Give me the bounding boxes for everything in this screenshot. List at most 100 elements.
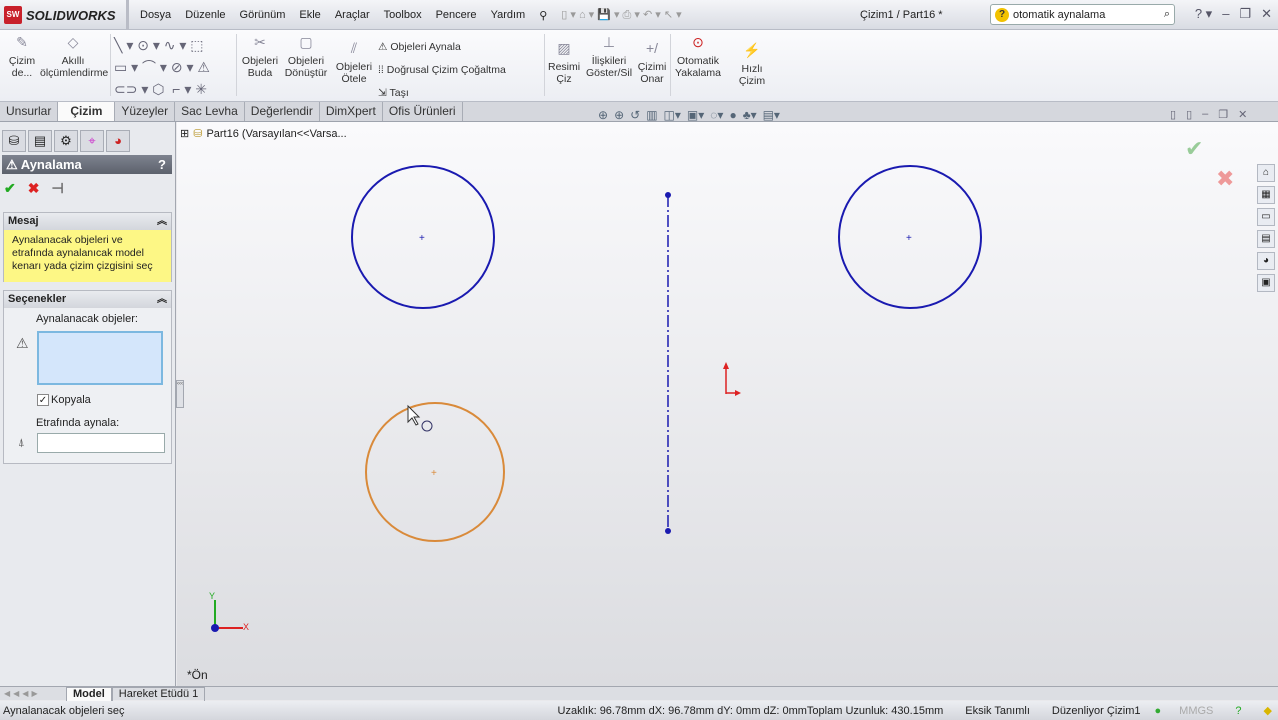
pin-icon[interactable]: ⚲ [532,9,554,22]
cancel-corner-icon[interactable]: ✖ [1216,166,1234,191]
mirror-icon: ⚠ [6,157,18,172]
svg-text:+: + [906,233,912,244]
tab-degerlendir[interactable]: Değerlendir [245,102,320,121]
menu-gorunum[interactable]: Görünüm [233,9,293,21]
scene-icon[interactable]: ♣▾ [743,108,757,122]
offset-button[interactable]: ⫽ Objeleri Ötele [334,41,374,85]
doc-minimize-icon[interactable]: – [1202,108,1208,121]
smart-dimension-button[interactable]: ◇ Akıllı ölçümlendirme [40,35,108,79]
trim-button[interactable]: ✂ Objeleri Buda [240,35,280,79]
restore-icon[interactable]: ❐ [1239,6,1251,22]
menu-dosya[interactable]: Dosya [133,9,178,21]
tab-ofis-urunleri[interactable]: Ofis Ürünleri [383,102,463,121]
mirror-about-input[interactable] [37,433,165,453]
collapse-icon[interactable]: ︽ [157,291,167,308]
folder-icon[interactable]: ▭ [1257,208,1275,226]
menu-araclar[interactable]: Araçlar [328,9,377,21]
pushpin-button[interactable]: ⊣ [51,180,63,197]
menu-yardim[interactable]: Yardım [484,9,533,21]
display-style-icon[interactable]: ▣▾ [687,108,704,122]
collapse-icon[interactable]: ︽ [157,213,167,230]
sketch-button[interactable]: ✎ Çizim de... [6,35,38,79]
repair-sketch-button[interactable]: +/Çizimi Onar [636,40,668,85]
svg-text:+: + [419,233,425,244]
menu-ekle[interactable]: Ekle [292,9,327,21]
close-icon[interactable]: ✕ [1261,6,1272,22]
tab-scroll-arrows[interactable]: ◀◀◀▶ [0,689,66,698]
appearances-icon[interactable]: ◕ [1257,252,1275,270]
sketch-tools-grid[interactable]: ╲ ▾ ⊙ ▾ ∿ ▾ ⬚ ▭ ▾ ⌒ ▾ ⊘ ▾ ⚠ ⊂⊃ ▾ ⬡ ⌐ ▾ ✳ [114,34,234,100]
checkbox-icon[interactable]: ✓ [37,394,49,406]
tab-unsurlar[interactable]: Unsurlar [0,102,59,121]
doc-restore-icon[interactable]: ❐ [1218,108,1228,121]
search-input[interactable]: ? otomatik aynalama ⌕ [990,4,1175,25]
display-manager-tab[interactable]: ◕ [106,130,130,152]
tile-right-icon[interactable]: ▯ [1186,108,1192,121]
view-settings-icon[interactable]: ▤▾ [763,108,780,122]
mirror-entities-button[interactable]: ⚠ Objeleri Aynala [378,36,506,59]
panel-splitter[interactable]: ‹‹‹ [176,380,184,408]
tab-yuzeyler[interactable]: Yüzeyler [115,102,176,121]
previous-view-icon[interactable]: ↺ [630,108,640,122]
property-manager-tab[interactable]: ▤ [28,130,52,152]
message-text: Aynalanacak objeleri ve etrafında aynala… [4,230,171,282]
doc-close-icon[interactable]: ✕ [1238,108,1247,121]
ok-button[interactable]: ✔ [4,180,16,197]
rapid-sketch-button[interactable]: ⚡ Hızlı Çizim [728,43,776,87]
zoom-fit-icon[interactable]: ⊕ [598,108,608,122]
cancel-button[interactable]: ✖ [28,180,40,197]
home-icon[interactable]: ⌂ [1257,164,1275,182]
tab-model[interactable]: Model [66,686,112,701]
linear-pattern-button[interactable]: ⁞⁞ Doğrusal Çizim Çoğaltma [378,59,506,82]
appearance-icon[interactable]: ● [729,108,736,122]
search-icon[interactable]: ⌕ [1164,8,1174,21]
svg-text:✔: ✔ [1185,136,1203,161]
origin-icon [723,362,741,396]
centerline[interactable] [665,192,671,534]
options-header[interactable]: Seçenekler ︽ [4,291,171,308]
menu-toolbox[interactable]: Toolbox [377,9,429,21]
entities-to-mirror-list[interactable] [37,331,163,385]
units-selector[interactable]: MMGS [1179,705,1213,717]
tab-dimxpert[interactable]: DimXpert [320,102,383,121]
repair-icon: +/ [645,40,659,56]
tab-cizim[interactable]: Çizim [58,102,116,121]
expand-icon[interactable]: ⊞ [180,127,189,140]
convert-button[interactable]: ▢ Objeleri Dönüştür [282,34,330,79]
sketch-circle-top-right[interactable]: + [838,165,982,309]
graphics-area[interactable]: + + + ✔ ✖ Y X *Ön [177,122,1278,686]
sketch-circle-selected[interactable]: + [365,402,505,542]
minimize-icon[interactable]: – [1222,6,1229,22]
status-tag-icon[interactable]: ◆ [1264,704,1272,717]
configuration-manager-tab[interactable]: ⚙ [54,130,78,152]
mirror-group: ⚠ Objeleri Aynala ⁞⁞ Doğrusal Çizim Çoğa… [378,36,506,105]
view-orientation-icon[interactable]: ◫▾ [664,108,681,122]
help-icon[interactable]: ? ▾ [1195,6,1212,22]
zoom-area-icon[interactable]: ⊕ [614,108,624,122]
feature-manager-tab[interactable]: ⛁ [2,130,26,152]
menu-pencere[interactable]: Pencere [429,9,484,21]
help-button[interactable]: ? [158,155,166,174]
quick-snaps-button[interactable]: ⊙ Otomatik Yakalama [674,35,722,79]
sketch-picture-button[interactable]: ▨ Resimi Çiz [548,41,580,85]
new-icon[interactable]: ▯ ▾ ⌂ ▾ 💾 ▾ ⎙ ▾ ↶ ▾ ↖ ▾ [554,8,688,22]
message-header[interactable]: Mesaj ︽ [4,213,171,230]
custom-properties-icon[interactable]: ▣ [1257,274,1275,292]
sketch-circle-top-left[interactable]: + [351,165,495,309]
view-palette-icon[interactable]: ▤ [1257,230,1275,248]
tab-motion-study[interactable]: Hareket Etüdü 1 [111,686,206,701]
section-view-icon[interactable]: ▥ [646,108,657,122]
quick-tips-icon[interactable]: ? [1235,705,1241,717]
relations-button[interactable]: ⊥ İlişkileri Göster/Sil [584,35,634,79]
dimxpert-manager-tab[interactable]: ⌖ [80,130,104,152]
library-icon[interactable]: ▦ [1257,186,1275,204]
tab-sac-levha[interactable]: Sac Levha [175,102,245,121]
menu-duzenle[interactable]: Düzenle [178,9,232,21]
feature-tree-flyout[interactable]: ⊞ ⛁ Part16 (Varsayılan<<Varsa... [180,127,347,141]
copy-checkbox[interactable]: ✓ Kopyala [37,394,91,406]
tile-left-icon[interactable]: ▯ [1170,108,1176,121]
confirm-corner-icon[interactable]: ✔ [1185,136,1203,161]
convert-icon: ▢ [299,34,313,50]
hide-show-icon[interactable]: ◌▾ [710,108,723,122]
app-logo[interactable]: SW SOLIDWORKS [4,6,116,24]
